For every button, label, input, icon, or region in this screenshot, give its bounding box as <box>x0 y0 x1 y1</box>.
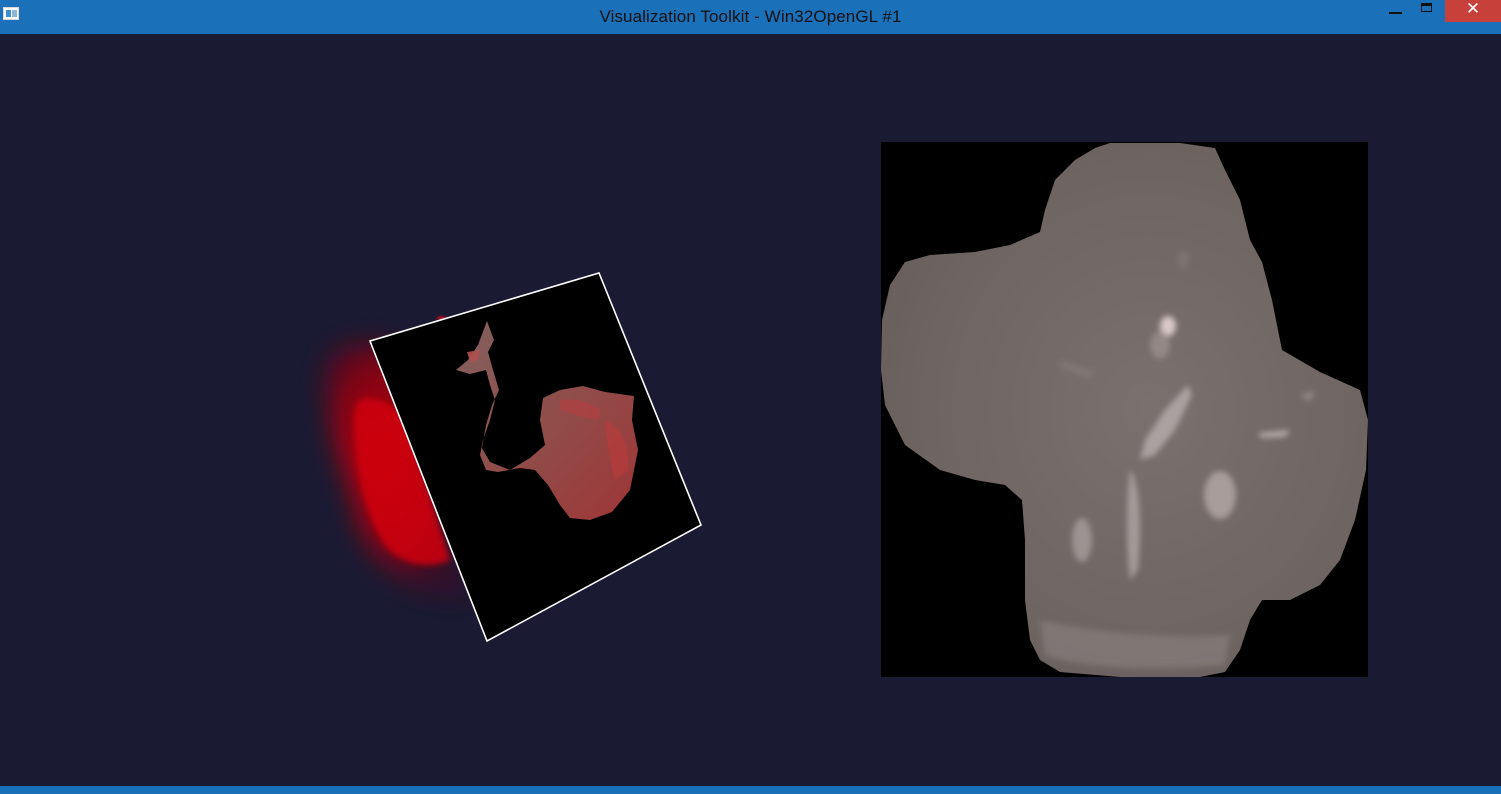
axial-slice-image[interactable] <box>881 142 1368 677</box>
scene-canvas <box>323 142 1368 677</box>
title-bar[interactable]: Visualization Toolkit - Win32OpenGL #1 ✕ <box>0 0 1501 34</box>
minimize-button[interactable] <box>1382 0 1410 22</box>
minimize-icon <box>1389 12 1402 14</box>
maximize-button[interactable] <box>1412 0 1442 22</box>
render-viewport[interactable] <box>0 34 1501 786</box>
close-button[interactable]: ✕ <box>1445 0 1501 22</box>
window-title: Visualization Toolkit - Win32OpenGL #1 <box>599 7 902 26</box>
maximize-icon <box>1421 3 1432 12</box>
bottom-border <box>0 786 1501 794</box>
close-icon: ✕ <box>1465 0 1481 19</box>
vtk-render-window: Visualization Toolkit - Win32OpenGL #1 ✕ <box>0 0 1501 794</box>
